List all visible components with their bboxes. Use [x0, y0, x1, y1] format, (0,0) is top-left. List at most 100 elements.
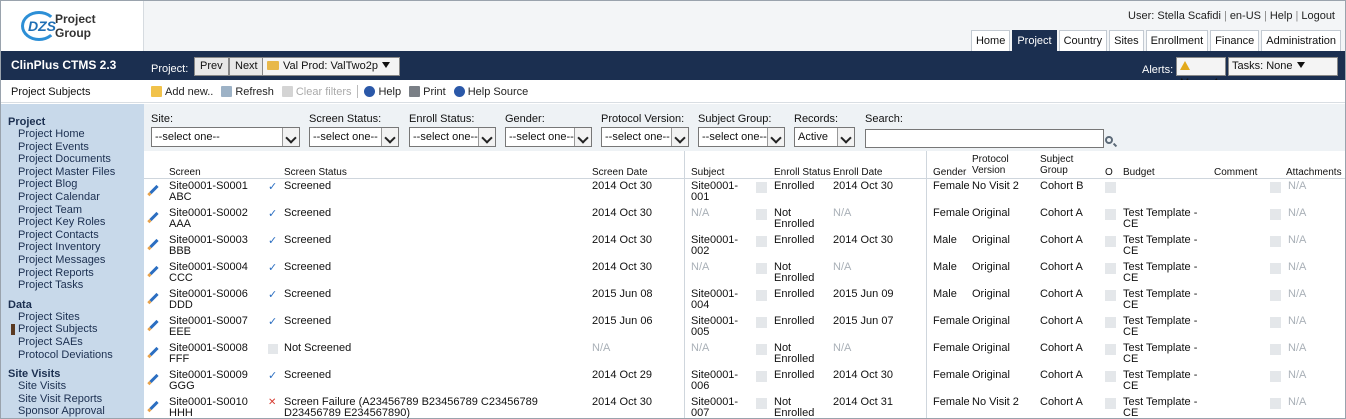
attachment-checkbox[interactable]: [1270, 317, 1281, 328]
attachments-cell[interactable]: N/A: [1288, 262, 1338, 273]
screen-cell[interactable]: Site0001-S0010 HHH: [169, 397, 249, 419]
table-row[interactable]: Site0001-S0001 ABC ✓ Screened 2014 Oct 30 Si…: [144, 181, 1345, 208]
logo[interactable]: DZS Project Group: [1, 1, 144, 51]
col-header-o[interactable]: O: [1105, 167, 1113, 178]
screen-status-filter-select[interactable]: --select one--: [309, 127, 399, 147]
attachments-cell[interactable]: N/A: [1288, 316, 1338, 327]
sidebar-item-project-tasks[interactable]: Project Tasks: [1, 279, 144, 292]
subject-cell[interactable]: Site0001- 006: [691, 370, 751, 392]
sidebar-item-protocol-deviations[interactable]: Protocol Deviations: [1, 349, 144, 362]
attachments-cell[interactable]: N/A: [1288, 235, 1338, 246]
o-checkbox[interactable]: [1105, 182, 1116, 193]
attachments-cell[interactable]: N/A: [1288, 181, 1338, 192]
sidebar-item-project-key-roles[interactable]: Project Key Roles: [1, 216, 144, 229]
attachment-checkbox[interactable]: [1270, 182, 1281, 193]
logout-link[interactable]: Logout: [1301, 10, 1335, 22]
subject-cell[interactable]: N/A: [691, 262, 751, 273]
subject-checkbox[interactable]: [756, 236, 767, 247]
subject-cell[interactable]: N/A: [691, 343, 751, 354]
sidebar-item-project-master-files[interactable]: Project Master Files: [1, 166, 144, 179]
help-button[interactable]: Help: [364, 85, 401, 98]
edit-pencil-icon[interactable]: [149, 400, 159, 411]
sidebar-item-site-visit-reports[interactable]: Site Visit Reports: [1, 393, 144, 406]
o-checkbox[interactable]: [1105, 371, 1116, 382]
table-row[interactable]: Site0001-S0006 DDD ✓ Screened 2015 Jun 08 Si…: [144, 289, 1345, 316]
sidebar-item-project-reports[interactable]: Project Reports: [1, 267, 144, 280]
subject-checkbox[interactable]: [756, 398, 767, 409]
add-new-button[interactable]: Add new..: [151, 85, 213, 98]
search-icon[interactable]: [1105, 136, 1113, 144]
sidebar-item-project-blog[interactable]: Project Blog: [1, 178, 144, 191]
col-header-attachments[interactable]: Attachments: [1286, 167, 1342, 178]
screen-cell[interactable]: Site0001-S0001 ABC: [169, 181, 249, 203]
messages-dropdown[interactable]: Msgs: 4: [1176, 57, 1226, 102]
attachment-checkbox[interactable]: [1270, 290, 1281, 301]
sidebar-item-project-saes[interactable]: Project SAEs: [1, 336, 144, 349]
attachment-checkbox[interactable]: [1270, 209, 1281, 220]
table-row[interactable]: Site0001-S0008 FFF Not Screened N/A N/A Not …: [144, 343, 1345, 370]
gender-filter-select[interactable]: --select one--: [505, 127, 592, 147]
screen-cell[interactable]: Site0001-S0003 BBB: [169, 235, 249, 257]
edit-pencil-icon[interactable]: [149, 319, 159, 330]
sidebar-item-project-inventory[interactable]: Project Inventory: [1, 241, 144, 254]
table-row[interactable]: Site0001-S0010 HHH ✕ Screen Failure (A2345…: [144, 397, 1345, 419]
edit-pencil-icon[interactable]: [149, 238, 159, 249]
col-header-gender[interactable]: Gender: [933, 167, 966, 178]
attachment-checkbox[interactable]: [1270, 371, 1281, 382]
attachments-cell[interactable]: N/A: [1288, 397, 1338, 408]
table-row[interactable]: Site0001-S0007 EEE ✓ Screened 2015 Jun 06 Si…: [144, 316, 1345, 343]
o-checkbox[interactable]: [1105, 398, 1116, 409]
print-button[interactable]: Print: [409, 85, 446, 98]
o-checkbox[interactable]: [1105, 209, 1116, 220]
col-header-budget[interactable]: Budget: [1123, 167, 1155, 178]
next-project-button[interactable]: Next: [229, 57, 264, 76]
tab-country[interactable]: Country: [1058, 30, 1108, 51]
subject-cell[interactable]: Site0001- 002: [691, 235, 751, 257]
subject-checkbox[interactable]: [756, 290, 767, 301]
subject-cell[interactable]: Site0001- 004: [691, 289, 751, 311]
enroll-status-filter-select[interactable]: --select one--: [409, 127, 496, 147]
edit-pencil-icon[interactable]: [149, 184, 159, 195]
attachment-checkbox[interactable]: [1270, 398, 1281, 409]
subject-checkbox[interactable]: [756, 317, 767, 328]
help-source-button[interactable]: Help Source: [453, 85, 528, 98]
tab-administration[interactable]: Administration: [1261, 30, 1341, 51]
screen-cell[interactable]: Site0001-S0009 GGG: [169, 370, 249, 392]
protocol-version-filter-select[interactable]: --select one--: [601, 127, 689, 147]
sidebar-item-project-events[interactable]: Project Events: [1, 141, 144, 154]
subject-checkbox[interactable]: [756, 344, 767, 355]
col-header-subject-group[interactable]: Subject Group: [1040, 154, 1080, 176]
sidebar-item-project-sites[interactable]: Project Sites: [1, 311, 144, 324]
tab-home[interactable]: Home: [970, 30, 1011, 51]
table-row[interactable]: Site0001-S0004 CCC ✓ Screened 2014 Oct 30 N/…: [144, 262, 1345, 289]
col-header-screen[interactable]: Screen: [169, 167, 201, 178]
subject-group-filter-select[interactable]: --select one--: [698, 127, 785, 147]
sidebar-item-sponsor-approval[interactable]: Sponsor Approval: [1, 405, 144, 418]
locale-link[interactable]: en-US: [1230, 10, 1261, 22]
o-checkbox[interactable]: [1105, 317, 1116, 328]
refresh-button[interactable]: Refresh: [221, 85, 274, 98]
sidebar-item-site-visits[interactable]: Site Visits: [1, 380, 144, 393]
edit-pencil-icon[interactable]: [149, 373, 159, 384]
screen-cell[interactable]: Site0001-S0004 CCC: [169, 262, 249, 284]
col-header-subject[interactable]: Subject: [691, 167, 724, 178]
attachments-cell[interactable]: N/A: [1288, 370, 1338, 381]
subject-cell[interactable]: Site0001- 005: [691, 316, 751, 338]
sidebar-item-project-calendar[interactable]: Project Calendar: [1, 191, 144, 204]
col-header-enroll-status[interactable]: Enroll Status: [774, 167, 831, 178]
tab-project[interactable]: Project: [1012, 30, 1057, 51]
help-link[interactable]: Help: [1270, 10, 1293, 22]
table-row[interactable]: Site0001-S0009 GGG ✓ Screened 2014 Oct 29 Si…: [144, 370, 1345, 397]
screen-cell[interactable]: Site0001-S0002 AAA: [169, 208, 249, 230]
prev-project-button[interactable]: Prev: [194, 57, 229, 76]
table-row[interactable]: Site0001-S0003 BBB ✓ Screened 2014 Oct 30 Si…: [144, 235, 1345, 262]
subject-checkbox[interactable]: [756, 209, 767, 220]
subject-cell[interactable]: Site0001- 001: [691, 181, 751, 203]
sidebar-item-project-home[interactable]: Project Home: [1, 128, 144, 141]
tab-finance[interactable]: Finance: [1210, 30, 1260, 51]
edit-pencil-icon[interactable]: [149, 292, 159, 303]
subject-checkbox[interactable]: [756, 263, 767, 274]
records-filter-select[interactable]: Active: [794, 127, 855, 147]
attachments-cell[interactable]: N/A: [1288, 208, 1338, 219]
edit-pencil-icon[interactable]: [149, 211, 159, 222]
